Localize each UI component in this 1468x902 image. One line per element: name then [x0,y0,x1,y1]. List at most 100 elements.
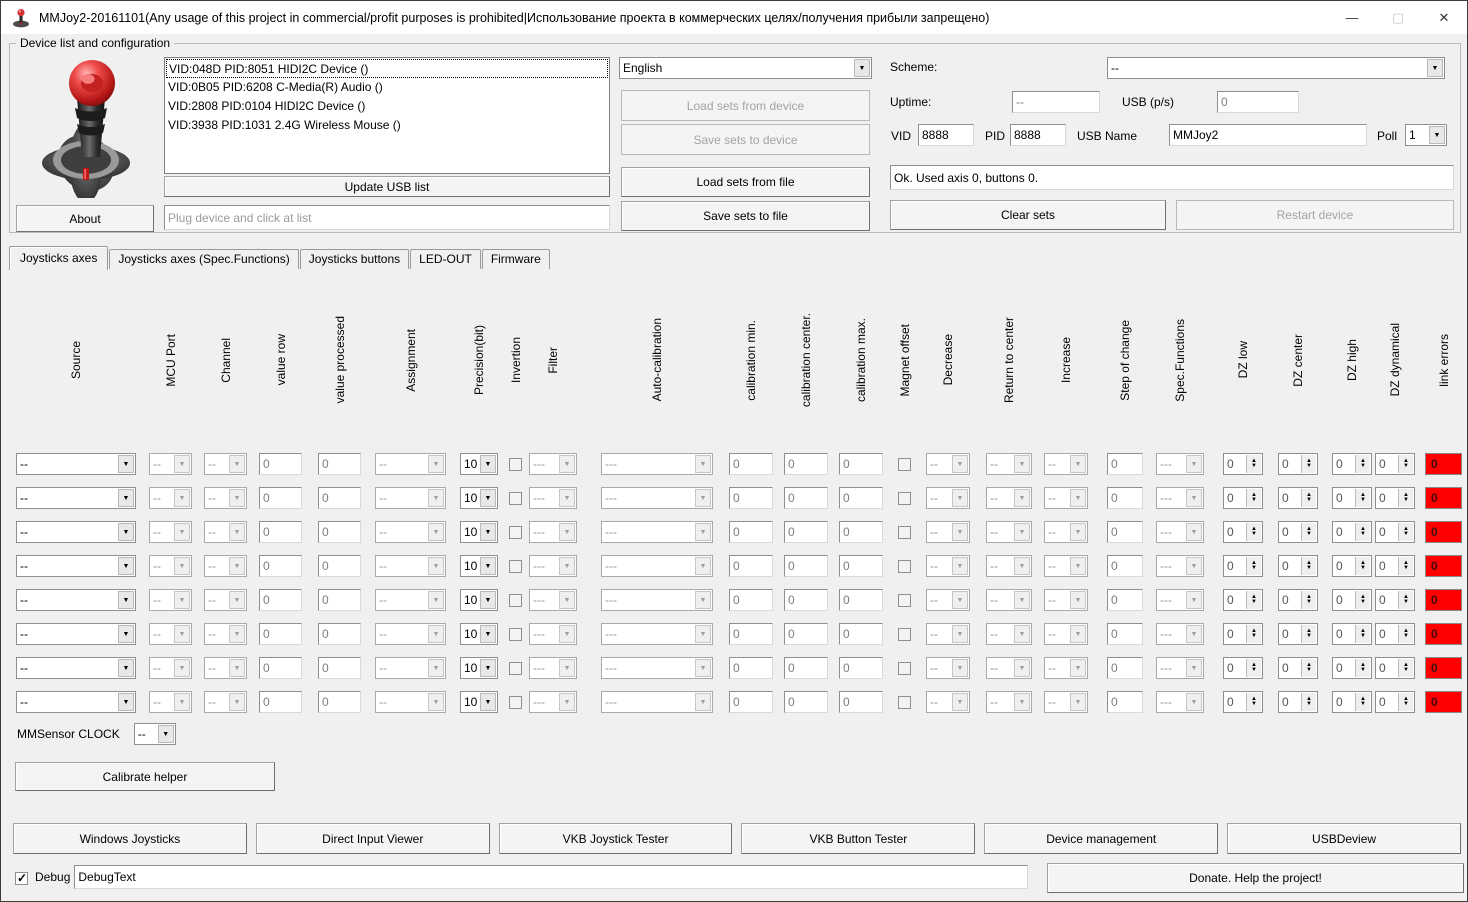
about-button[interactable]: About [16,205,154,232]
source-select[interactable]: --▼ [16,623,136,645]
precision-select[interactable]: 10▼ [460,521,498,543]
windows-joysticks-button[interactable]: Windows Joysticks [13,823,247,854]
dz-center-stepper[interactable]: 0▲▼ [1278,623,1318,645]
dz-dynamical-stepper[interactable]: 0▲▼ [1375,453,1415,475]
save-sets-to-file-button[interactable]: Save sets to file [621,201,870,231]
dz-high-stepper[interactable]: 0▲▼ [1332,453,1372,475]
tab-joysticks-buttons[interactable]: Joysticks buttons [300,249,409,269]
dz-high-stepper[interactable]: 0▲▼ [1332,691,1372,713]
dz-dynamical-stepper[interactable]: 0▲▼ [1375,521,1415,543]
dz-low-stepper[interactable]: 0▲▼ [1223,453,1263,475]
plug-device-input[interactable]: Plug device and click at list [164,205,610,230]
dz-low-stepper[interactable]: 0▲▼ [1223,521,1263,543]
spinner-arrows-icon[interactable]: ▲▼ [1301,625,1316,643]
spinner-arrows-icon[interactable]: ▲▼ [1246,489,1261,507]
source-select[interactable]: --▼ [16,487,136,509]
dz-high-stepper[interactable]: 0▲▼ [1332,657,1372,679]
dz-low-stepper[interactable]: 0▲▼ [1223,555,1263,577]
spinner-arrows-icon[interactable]: ▲▼ [1398,659,1413,677]
source-select[interactable]: --▼ [16,453,136,475]
list-item-device[interactable]: VID:3938 PID:1031 2.4G Wireless Mouse () [166,116,608,135]
dz-high-stepper[interactable]: 0▲▼ [1332,555,1372,577]
dz-low-stepper[interactable]: 0▲▼ [1223,589,1263,611]
dz-high-stepper[interactable]: 0▲▼ [1332,521,1372,543]
dz-low-stepper[interactable]: 0▲▼ [1223,623,1263,645]
spinner-arrows-icon[interactable]: ▲▼ [1301,489,1316,507]
spinner-arrows-icon[interactable]: ▲▼ [1246,693,1261,711]
spinner-arrows-icon[interactable]: ▲▼ [1398,591,1413,609]
spinner-arrows-icon[interactable]: ▲▼ [1246,455,1261,473]
direct-input-viewer-button[interactable]: Direct Input Viewer [256,823,490,854]
source-select[interactable]: --▼ [16,589,136,611]
precision-select[interactable]: 10▼ [460,589,498,611]
dz-low-stepper[interactable]: 0▲▼ [1223,487,1263,509]
spinner-arrows-icon[interactable]: ▲▼ [1355,591,1370,609]
minimize-icon[interactable]: — [1329,1,1375,35]
spinner-arrows-icon[interactable]: ▲▼ [1355,693,1370,711]
usb-device-list[interactable]: VID:048D PID:8051 HIDI2C Device () VID:0… [164,57,610,174]
dz-high-stepper[interactable]: 0▲▼ [1332,623,1372,645]
dz-center-stepper[interactable]: 0▲▼ [1278,521,1318,543]
usbdeview-button[interactable]: USBDeview [1227,823,1461,854]
tab-joysticks-axes[interactable]: Joysticks axes [9,246,108,270]
spinner-arrows-icon[interactable]: ▲▼ [1355,625,1370,643]
device-management-button[interactable]: Device management [984,823,1218,854]
language-select[interactable]: English ▼ [619,57,872,79]
update-usb-list-button[interactable]: Update USB list [164,176,610,197]
clear-sets-button[interactable]: Clear sets [890,200,1166,230]
tab-led-out[interactable]: LED-OUT [410,249,481,269]
dz-center-stepper[interactable]: 0▲▼ [1278,691,1318,713]
list-item-device[interactable]: VID:0B05 PID:6208 C-Media(R) Audio () [166,78,608,97]
dz-dynamical-stepper[interactable]: 0▲▼ [1375,623,1415,645]
precision-select[interactable]: 10▼ [460,453,498,475]
usb-name-field[interactable]: MMJoy2 [1169,124,1367,146]
source-select[interactable]: --▼ [16,691,136,713]
source-select[interactable]: --▼ [16,521,136,543]
dz-high-stepper[interactable]: 0▲▼ [1332,589,1372,611]
spinner-arrows-icon[interactable]: ▲▼ [1246,591,1261,609]
spinner-arrows-icon[interactable]: ▲▼ [1301,455,1316,473]
spinner-arrows-icon[interactable]: ▲▼ [1246,659,1261,677]
dz-low-stepper[interactable]: 0▲▼ [1223,657,1263,679]
spinner-arrows-icon[interactable]: ▲▼ [1355,557,1370,575]
precision-select[interactable]: 10▼ [460,623,498,645]
close-icon[interactable]: ✕ [1421,1,1467,35]
tab-firmware[interactable]: Firmware [482,249,550,269]
spinner-arrows-icon[interactable]: ▲▼ [1398,557,1413,575]
vid-field[interactable]: 8888 [918,124,974,146]
dz-center-stepper[interactable]: 0▲▼ [1278,555,1318,577]
pid-field[interactable]: 8888 [1010,124,1066,146]
calibrate-helper-button[interactable]: Calibrate helper [15,762,275,791]
dz-dynamical-stepper[interactable]: 0▲▼ [1375,487,1415,509]
precision-select[interactable]: 10▼ [460,691,498,713]
dz-dynamical-stepper[interactable]: 0▲▼ [1375,691,1415,713]
load-sets-from-file-button[interactable]: Load sets from file [621,167,870,197]
donate-button[interactable]: Donate. Help the project! [1047,863,1464,893]
vkb-joystick-tester-button[interactable]: VKB Joystick Tester [499,823,733,854]
spinner-arrows-icon[interactable]: ▲▼ [1301,591,1316,609]
spinner-arrows-icon[interactable]: ▲▼ [1398,523,1413,541]
dz-high-stepper[interactable]: 0▲▼ [1332,487,1372,509]
debug-checkbox[interactable] [15,872,28,885]
maximize-icon[interactable]: ▢ [1375,1,1421,35]
debug-text-input[interactable]: DebugText [74,865,1028,889]
spinner-arrows-icon[interactable]: ▲▼ [1301,659,1316,677]
tab-joysticks-axes-spec-functions[interactable]: Joysticks axes (Spec.Functions) [109,249,298,269]
dz-dynamical-stepper[interactable]: 0▲▼ [1375,589,1415,611]
spinner-arrows-icon[interactable]: ▲▼ [1398,625,1413,643]
spinner-arrows-icon[interactable]: ▲▼ [1398,489,1413,507]
source-select[interactable]: --▼ [16,555,136,577]
spinner-arrows-icon[interactable]: ▲▼ [1398,455,1413,473]
dz-center-stepper[interactable]: 0▲▼ [1278,487,1318,509]
source-select[interactable]: --▼ [16,657,136,679]
list-item-device[interactable]: VID:2808 PID:0104 HIDI2C Device () [166,97,608,116]
precision-select[interactable]: 10▼ [460,657,498,679]
dz-center-stepper[interactable]: 0▲▼ [1278,453,1318,475]
spinner-arrows-icon[interactable]: ▲▼ [1246,557,1261,575]
spinner-arrows-icon[interactable]: ▲▼ [1355,659,1370,677]
dz-low-stepper[interactable]: 0▲▼ [1223,691,1263,713]
list-item-device[interactable]: VID:048D PID:8051 HIDI2C Device () [166,59,608,78]
scheme-select[interactable]: -- ▼ [1107,57,1445,79]
spinner-arrows-icon[interactable]: ▲▼ [1355,523,1370,541]
dz-center-stepper[interactable]: 0▲▼ [1278,589,1318,611]
